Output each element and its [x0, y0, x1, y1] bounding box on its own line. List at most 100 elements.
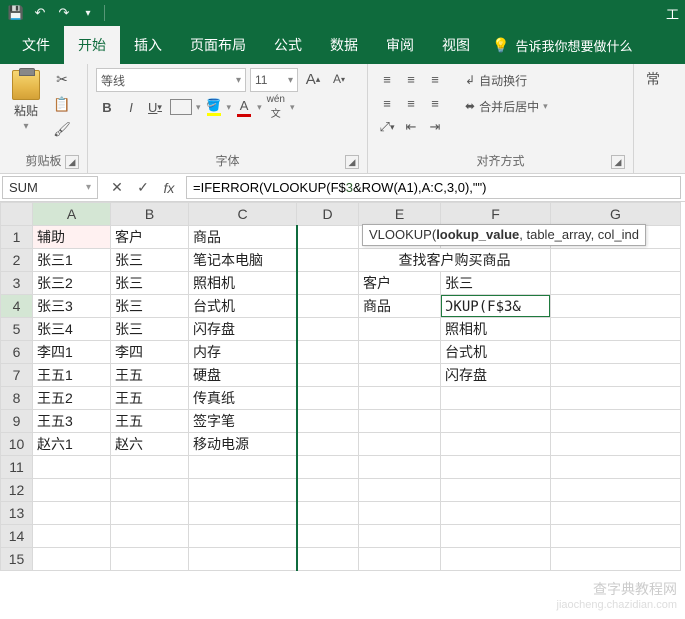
cell[interactable] [359, 456, 441, 479]
font-name-combo[interactable]: 等线▾ [96, 68, 246, 92]
increase-indent-button[interactable]: ⇥ [424, 116, 446, 138]
cell[interactable]: 内存 [189, 341, 297, 364]
cell[interactable]: 张三4 [33, 318, 111, 341]
select-all-corner[interactable] [1, 203, 33, 226]
row-header-9[interactable]: 9 [1, 410, 33, 433]
grid[interactable]: A B C D E F G 1辅助客户商品2张三1张三笔记本电脑查找客户购买商品… [0, 202, 681, 571]
increase-font-button[interactable]: A▴ [302, 68, 324, 90]
tab-pagelayout[interactable]: 页面布局 [176, 26, 260, 64]
cell[interactable] [297, 433, 359, 456]
italic-button[interactable]: I [120, 96, 142, 118]
cell[interactable] [441, 525, 551, 548]
style-fragment[interactable]: 常 [642, 68, 664, 90]
align-bottom-button[interactable]: ≡ [424, 68, 446, 90]
decrease-font-button[interactable]: A▾ [328, 68, 350, 90]
font-color-button[interactable]: A [233, 96, 255, 118]
cell[interactable] [551, 502, 681, 525]
tab-file[interactable]: 文件 [8, 26, 64, 64]
align-middle-button[interactable]: ≡ [400, 68, 422, 90]
dialog-launcher-alignment[interactable]: ◢ [611, 155, 625, 169]
cell[interactable]: 张三 [111, 272, 189, 295]
decrease-indent-button[interactable]: ⇤ [400, 116, 422, 138]
underline-button[interactable]: U▾ [144, 96, 166, 118]
insert-function-button[interactable]: fx [158, 177, 180, 199]
cell[interactable]: 商品 [189, 226, 297, 249]
cell[interactable]: 客户 [359, 272, 441, 295]
row-header-2[interactable]: 2 [1, 249, 33, 272]
cut-button[interactable]: ✂ [50, 68, 74, 90]
cell[interactable]: 笔记本电脑 [189, 249, 297, 272]
format-painter-button[interactable]: 🖌 [50, 118, 74, 140]
wrap-text-button[interactable]: ↲ 自动换行 [460, 68, 553, 92]
cell[interactable] [111, 456, 189, 479]
cell[interactable] [33, 548, 111, 571]
col-header-e[interactable]: E [359, 203, 441, 226]
row-header-12[interactable]: 12 [1, 479, 33, 502]
cell[interactable]: 闪存盘 [441, 364, 551, 387]
cell[interactable]: 硬盘 [189, 364, 297, 387]
tab-review[interactable]: 审阅 [372, 26, 428, 64]
cell[interactable] [33, 456, 111, 479]
cell[interactable] [359, 433, 441, 456]
cell[interactable]: 辅助 [33, 226, 111, 249]
col-header-g[interactable]: G [551, 203, 681, 226]
cell[interactable]: 移动电源 [189, 433, 297, 456]
row-header-8[interactable]: 8 [1, 387, 33, 410]
tell-me-search[interactable]: 💡 告诉我你想要做什么 [484, 26, 640, 64]
dialog-launcher-font[interactable]: ◢ [345, 155, 359, 169]
dialog-launcher-clipboard[interactable]: ◢ [65, 155, 79, 169]
cell[interactable] [441, 502, 551, 525]
cell[interactable] [297, 272, 359, 295]
cell[interactable] [297, 341, 359, 364]
cell[interactable] [551, 295, 681, 318]
cell[interactable]: 王五 [111, 410, 189, 433]
redo-icon[interactable]: ↷ [54, 3, 74, 23]
align-top-button[interactable]: ≡ [376, 68, 398, 90]
cell[interactable] [297, 249, 359, 272]
cell[interactable] [551, 525, 681, 548]
cell[interactable]: 传真纸 [189, 387, 297, 410]
cell[interactable]: 张三 [111, 249, 189, 272]
merge-center-button[interactable]: ⬌ 合并后居中 ▾ [460, 94, 553, 118]
cell[interactable]: 照相机 [189, 272, 297, 295]
cell[interactable]: 台式机 [441, 341, 551, 364]
cell[interactable] [297, 387, 359, 410]
col-header-c[interactable]: C [189, 203, 297, 226]
row-header-13[interactable]: 13 [1, 502, 33, 525]
cell[interactable] [189, 456, 297, 479]
cell[interactable] [111, 479, 189, 502]
cell[interactable]: 王五 [111, 387, 189, 410]
cell[interactable] [189, 502, 297, 525]
cell[interactable]: 赵六 [111, 433, 189, 456]
row-header-6[interactable]: 6 [1, 341, 33, 364]
cell[interactable]: 张三3 [33, 295, 111, 318]
row-header-3[interactable]: 3 [1, 272, 33, 295]
cell[interactable]: 签字笔 [189, 410, 297, 433]
row-header-11[interactable]: 11 [1, 456, 33, 479]
row-header-15[interactable]: 15 [1, 548, 33, 571]
cell[interactable] [111, 502, 189, 525]
cell[interactable]: 赵六1 [33, 433, 111, 456]
cell[interactable]: 张三 [111, 295, 189, 318]
cell[interactable]: ƆKUP(F$3& [441, 295, 551, 318]
cancel-formula-button[interactable]: ✕ [106, 177, 128, 199]
cell[interactable] [297, 295, 359, 318]
undo-icon[interactable]: ↶ [30, 3, 50, 23]
col-header-f[interactable]: F [441, 203, 551, 226]
cell[interactable] [297, 364, 359, 387]
cell[interactable] [551, 433, 681, 456]
phonetic-button[interactable]: wén文 [264, 96, 288, 118]
cell[interactable] [359, 502, 441, 525]
cell[interactable] [551, 548, 681, 571]
copy-button[interactable]: 📋 [50, 93, 74, 115]
enter-formula-button[interactable]: ✓ [132, 177, 154, 199]
cell[interactable]: 商品 [359, 295, 441, 318]
cell[interactable] [297, 456, 359, 479]
cell[interactable] [551, 341, 681, 364]
cell[interactable] [111, 525, 189, 548]
orientation-button[interactable]: ⤢▾ [376, 116, 398, 138]
row-header-5[interactable]: 5 [1, 318, 33, 341]
col-header-b[interactable]: B [111, 203, 189, 226]
cell[interactable]: 李四 [111, 341, 189, 364]
cell[interactable] [297, 548, 359, 571]
